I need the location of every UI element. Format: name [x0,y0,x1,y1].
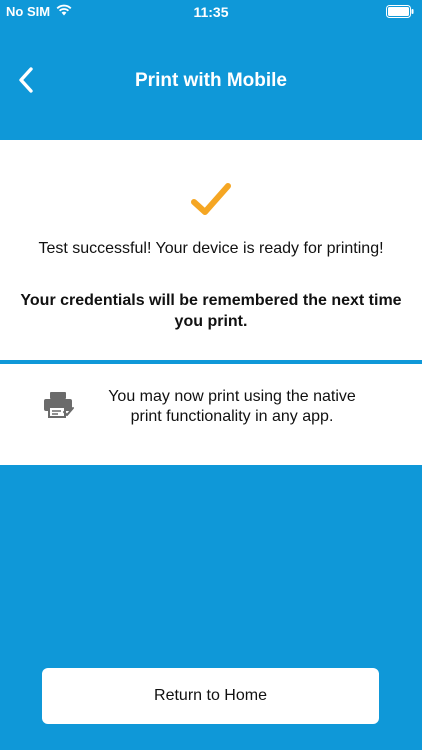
credentials-note: Your credentials will be remembered the … [20,292,402,330]
success-message: Test successful! Your device is ready fo… [38,240,384,257]
info-text: You may now print using the native print… [108,388,356,425]
success-card: Test successful! Your device is ready fo… [0,140,422,360]
page-title: Print with Mobile [135,70,287,91]
status-time: 11:35 [193,4,229,20]
battery-icon [386,5,414,21]
return-home-button[interactable]: Return to Home [42,668,379,724]
info-card: You may now print using the native print… [0,364,422,465]
printer-check-icon [42,390,76,420]
nav-bar: Print with Mobile [0,44,422,120]
checkmark-icon [190,180,232,220]
status-bar: No SIM 11:35 [0,0,422,24]
